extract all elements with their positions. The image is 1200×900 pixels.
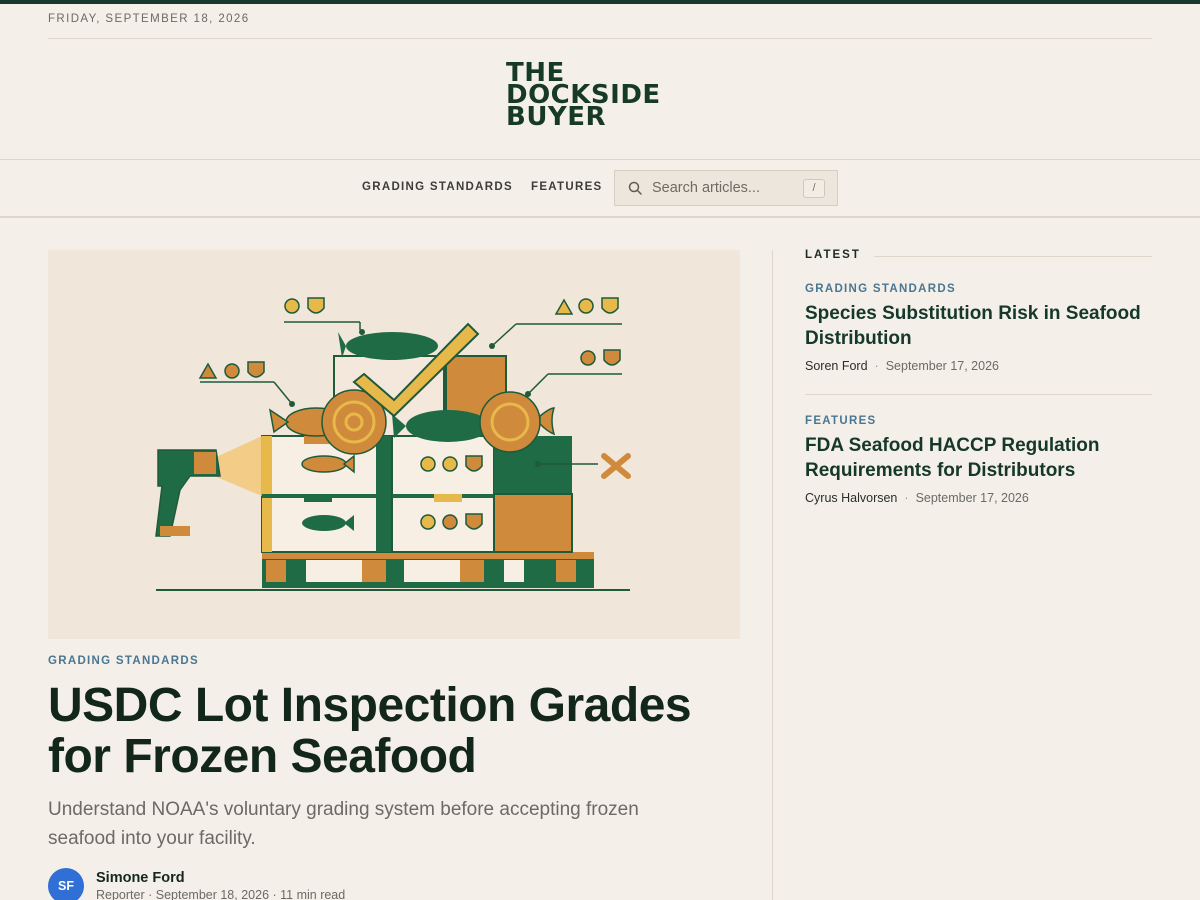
inspection-illustration — [48, 250, 740, 639]
nav-divider-bottom — [0, 216, 1200, 218]
site-logo[interactable]: THE DOCKSIDE BUYER — [506, 60, 706, 132]
feature-dek: Understand NOAA's voluntary grading syst… — [48, 799, 639, 849]
logo-line-3: BUYER — [506, 102, 607, 132]
latest-item-divider — [805, 394, 1152, 395]
top-accent-bar — [0, 0, 1200, 4]
latest-item-2-author[interactable]: Cyrus Halvorsen — [805, 491, 897, 505]
nav-grading-standards[interactable]: GRADING STANDARDS — [362, 181, 513, 193]
author-avatar[interactable]: SF — [48, 868, 84, 900]
latest-section-label: LATEST — [805, 249, 861, 261]
author-name[interactable]: Simone Ford — [96, 870, 185, 886]
feature-hero-image[interactable] — [48, 250, 740, 639]
search-icon — [628, 181, 642, 195]
latest-item-1-author[interactable]: Soren Ford — [805, 359, 868, 373]
latest-item-1-category[interactable]: GRADING STANDARDS — [805, 283, 956, 295]
latest-item-1-date: September 17, 2026 — [885, 359, 999, 373]
search-box[interactable]: / — [614, 170, 838, 206]
latest-item-2-category[interactable]: FEATURES — [805, 415, 877, 427]
author-meta: Reporter · September 18, 2026 · 11 min r… — [96, 888, 346, 900]
search-shortcut-key: / — [803, 179, 825, 198]
latest-item-1-meta: Soren Ford · September 17, 2026 — [805, 359, 999, 373]
feature-category-link[interactable]: GRADING STANDARDS — [48, 655, 199, 667]
feature-headline[interactable]: USDC Lot Inspection Grades for Frozen Se… — [48, 680, 738, 782]
latest-item-2-title[interactable]: FDA Seafood HACCP Regulation Requirement… — [805, 433, 1145, 483]
latest-item-2-date: September 17, 2026 — [915, 491, 1029, 505]
column-divider — [772, 250, 773, 900]
latest-item-1-title[interactable]: Species Substitution Risk in Seafood Dis… — [805, 301, 1145, 351]
latest-rule — [874, 256, 1152, 257]
nav-features[interactable]: FEATURES — [531, 181, 603, 193]
header-divider — [48, 38, 1152, 39]
dateline: FRIDAY, SEPTEMBER 18, 2026 — [48, 13, 250, 25]
nav-divider-top — [0, 159, 1200, 160]
latest-item-2-meta: Cyrus Halvorsen · September 17, 2026 — [805, 491, 1029, 505]
search-input[interactable] — [652, 180, 802, 196]
